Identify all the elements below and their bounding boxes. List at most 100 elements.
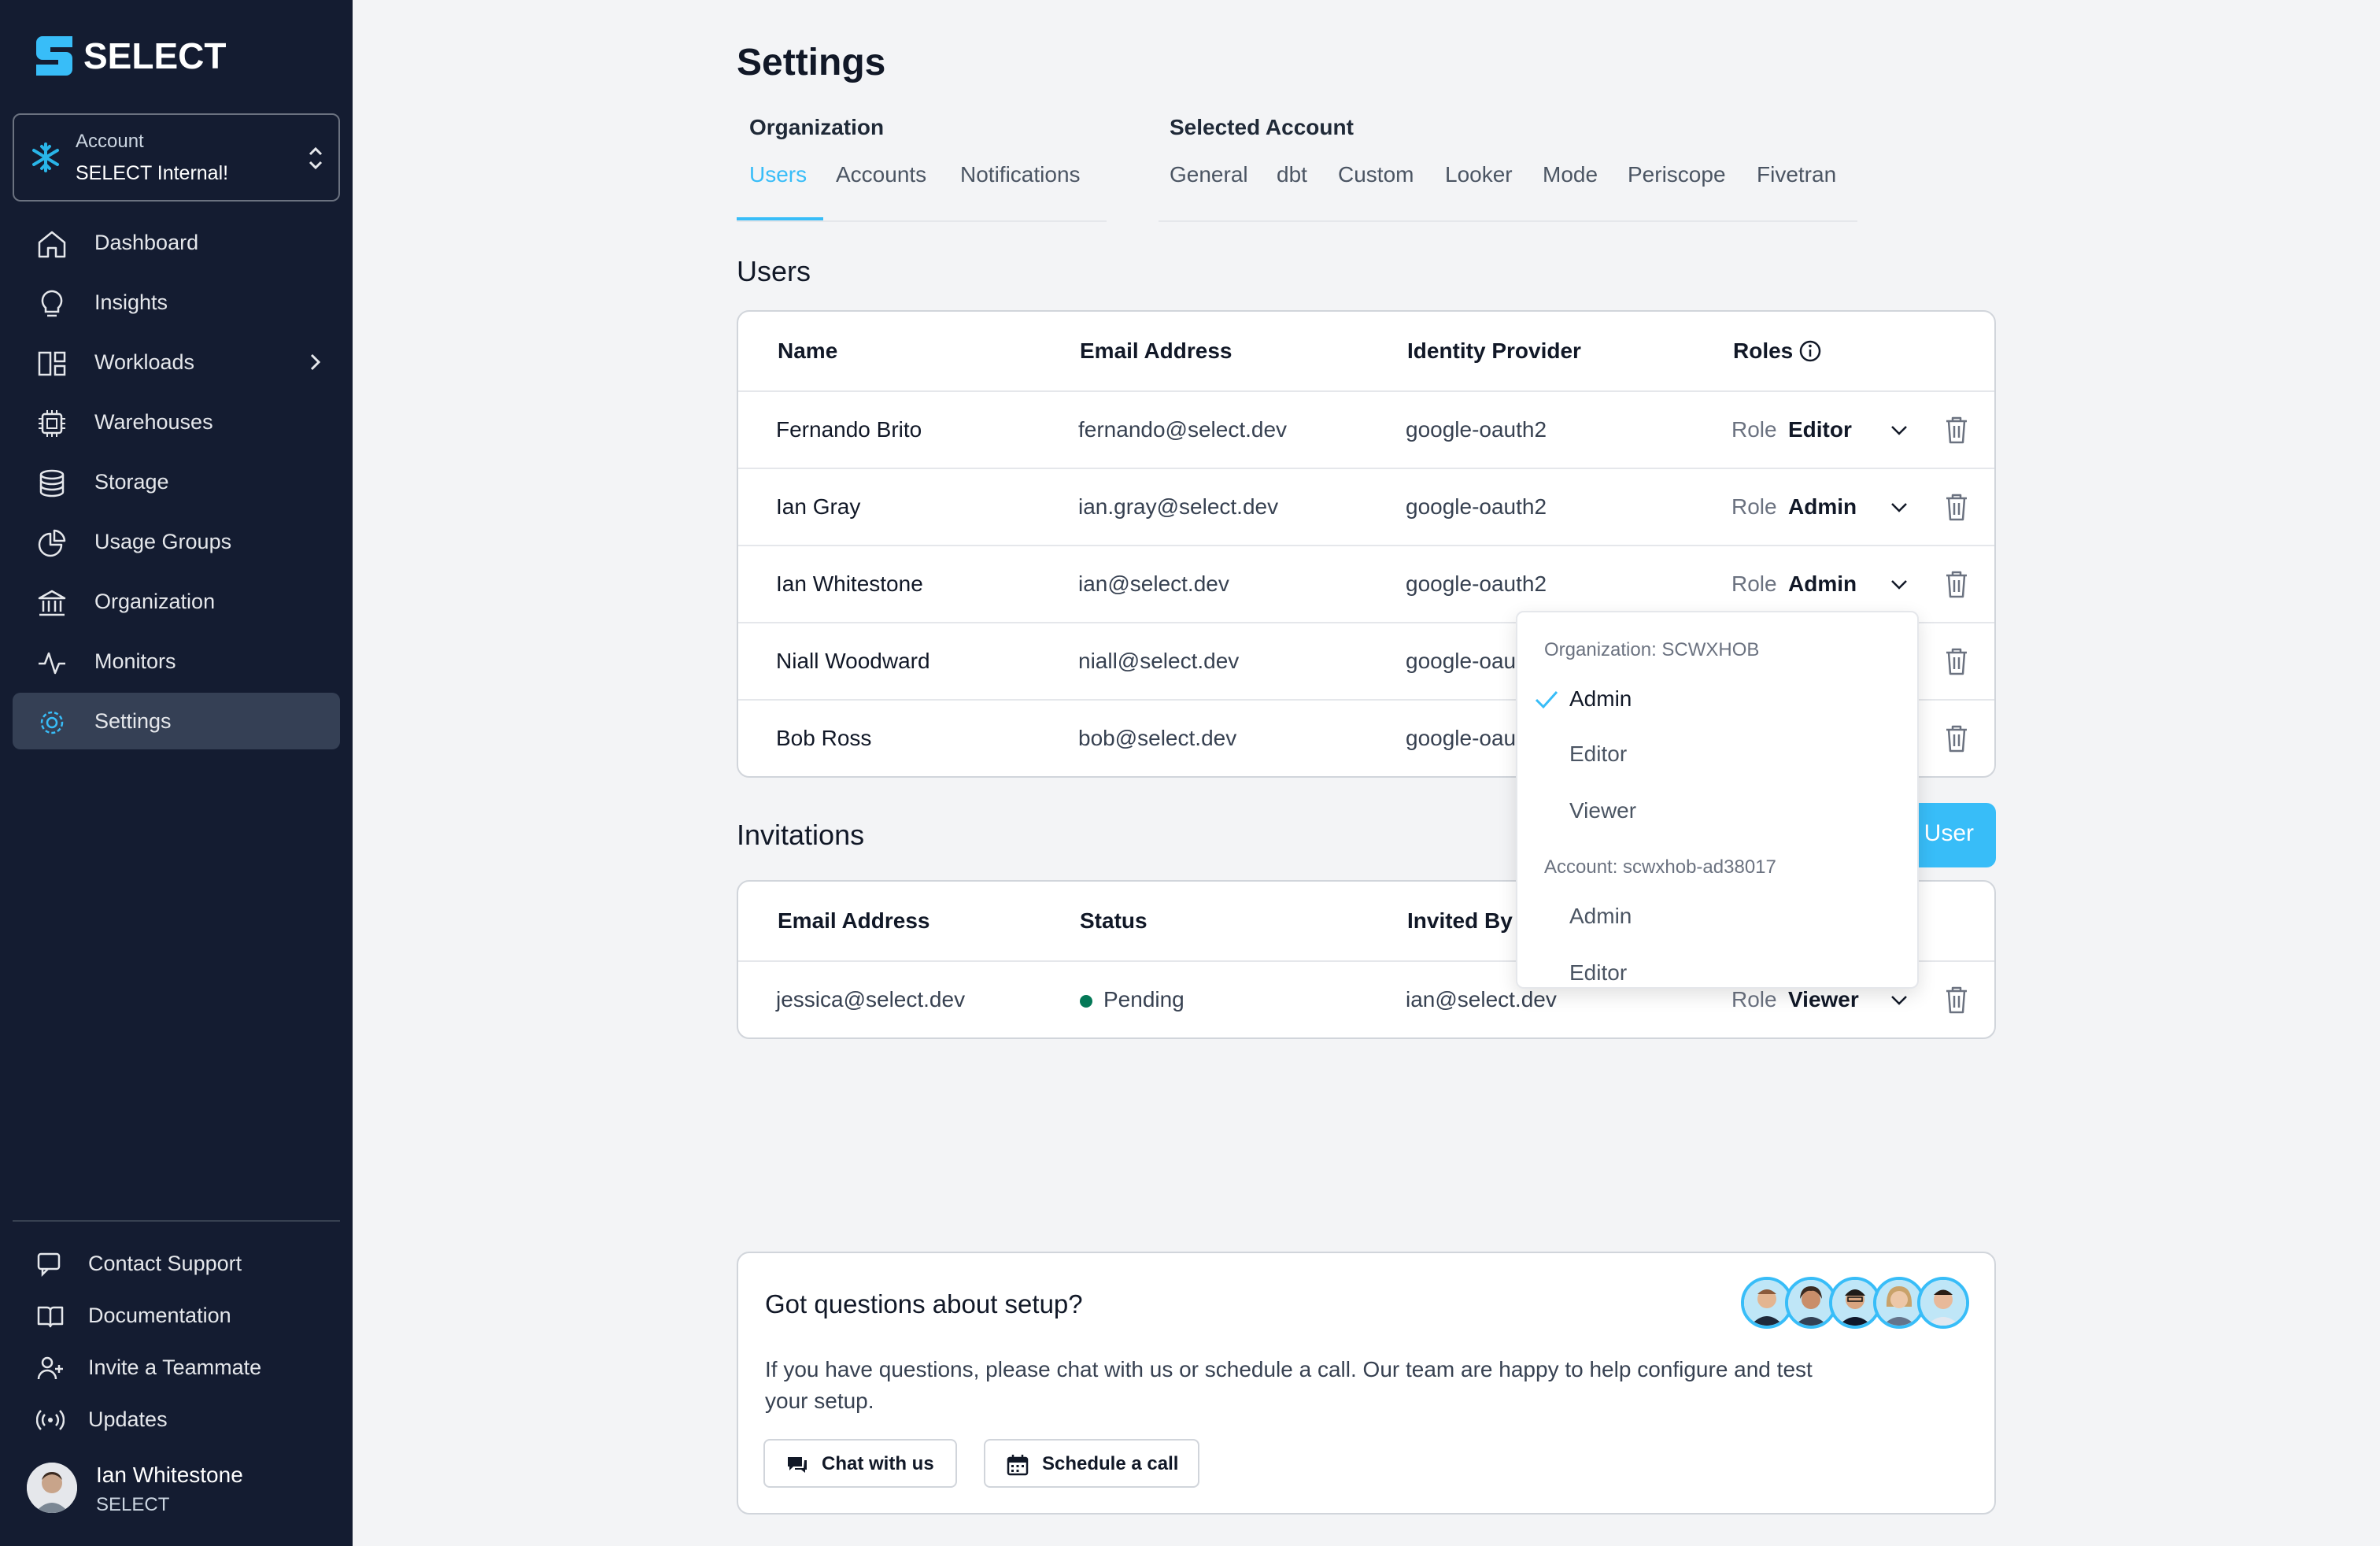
user-email-cell: fernando@select.dev [1078,417,1288,442]
tab-mode[interactable]: Mode [1543,162,1598,187]
logo[interactable]: SELECT [36,35,226,77]
user-idp-cell: google-oauth2 [1406,494,1547,519]
role-label: Role [1731,987,1777,1012]
user-name-cell: Ian Gray [776,494,861,519]
header-email: Email Address [778,908,930,933]
help-title: Got questions about setup? [765,1289,1083,1319]
nav-label: Storage [94,469,169,494]
app-name: SELECT [83,35,227,76]
footer-item-updates[interactable]: Updates [13,1398,340,1442]
tab-users[interactable]: Users [749,162,807,187]
invited-by-cell: ian@select.dev [1406,987,1557,1012]
help-card: Got questions about setup? If you have q… [737,1252,1996,1515]
tab-looker[interactable]: Looker [1445,162,1513,187]
tab-fivetran[interactable]: Fivetran [1757,162,1836,187]
broadcast-icon [36,1410,65,1430]
status-dot [1080,995,1092,1008]
user-idp-cell: google-oau [1406,649,1517,673]
user-email-cell: ian.gray@select.dev [1078,494,1279,519]
avatar [27,1463,77,1513]
tab-divider [737,220,1107,222]
nav-item-settings[interactable]: Settings [13,693,340,749]
chevron-down-icon[interactable] [1889,575,1909,594]
trash-icon[interactable] [1942,723,1971,754]
tab-custom[interactable]: Custom [1338,162,1414,187]
footer-label: Documentation [88,1304,231,1327]
tab-general[interactable]: General [1170,162,1248,187]
header-name: Name [778,338,838,363]
user-name-cell: Fernando Brito [776,417,922,442]
header-idp: Identity Provider [1407,338,1581,363]
add-user-label: User [1924,820,1974,846]
nav-item-warehouses[interactable]: Warehouses [13,394,340,450]
nav-item-workloads[interactable]: Workloads [13,334,340,390]
chevron-down-icon[interactable] [1889,420,1909,439]
team-avatars [1741,1277,1969,1329]
tab-dbt[interactable]: dbt [1277,162,1307,187]
dropdown-org-heading: Organization: SCWXHOB [1544,639,1760,660]
invite-email-cell: jessica@select.dev [776,987,966,1012]
user-name-cell: Bob Ross [776,726,872,750]
info-icon[interactable] [1798,338,1823,364]
nav-item-insights[interactable]: Insights [13,274,340,331]
chevron-down-icon[interactable] [1889,497,1909,516]
dropdown-option-account-editor[interactable]: Editor [1569,960,1627,986]
footer-item-documentation[interactable]: Documentation [13,1294,340,1338]
invitations-title: Invitations [737,819,865,851]
chat-icon [37,1252,61,1278]
nav-item-dashboard[interactable]: Dashboard [13,214,340,271]
nav-item-monitors[interactable]: Monitors [13,633,340,690]
status-badge: Pending [1103,987,1184,1012]
sidebar: SELECT Account SELECT Internal! Dashboar… [0,0,353,1546]
nav-label: Usage Groups [94,529,232,553]
tab-accounts[interactable]: Accounts [836,162,926,187]
trash-icon[interactable] [1942,568,1971,600]
nav-label: Organization [94,589,216,613]
account-value: SELECT Internal! [76,162,229,184]
chat-with-us-button[interactable]: Chat with us [763,1439,957,1488]
header-roles: Roles [1733,338,1794,363]
role-label: Role [1731,571,1777,596]
tab-periscope[interactable]: Periscope [1628,162,1726,187]
dropdown-option-account-admin[interactable]: Admin [1569,904,1632,929]
trash-icon[interactable] [1942,645,1971,677]
check-icon [1535,690,1558,709]
trash-icon[interactable] [1942,984,1971,1015]
layout-icon [38,351,66,376]
nav-item-organization[interactable]: Organization [13,573,340,630]
footer-item-invite-teammate[interactable]: Invite a Teammate [13,1346,340,1390]
footer-item-contact-support[interactable]: Contact Support [13,1242,340,1286]
footer-label: Updates [88,1407,168,1431]
nav-label: Settings [94,708,172,733]
nav-label: Insights [94,290,168,314]
tab-active-indicator [737,217,823,220]
user-email-cell: bob@select.dev [1078,726,1237,750]
schedule-call-label: Schedule a call [1042,1453,1179,1474]
bank-icon [38,590,66,616]
dropdown-option-admin[interactable]: Admin [1569,686,1632,712]
page-title: Settings [737,42,886,83]
trash-icon[interactable] [1942,414,1971,446]
dropdown-option-editor[interactable]: Editor [1569,742,1627,767]
nav-label: Warehouses [94,409,213,434]
trash-icon[interactable] [1942,491,1971,523]
role-select[interactable]: Viewer [1788,987,1859,1012]
dropdown-account-heading: Account: scwxhob-ad38017 [1544,856,1776,878]
users-title: Users [737,255,811,287]
role-select[interactable]: Admin [1788,494,1857,520]
chevron-down-icon[interactable] [1889,990,1909,1009]
user-idp-cell: google-oau [1406,726,1517,750]
schedule-call-button[interactable]: Schedule a call [984,1439,1199,1488]
role-select[interactable]: Editor [1788,417,1852,442]
pie-icon [38,529,66,557]
avatar [1917,1277,1969,1329]
nav-item-storage[interactable]: Storage [13,453,340,510]
account-switcher[interactable]: Account SELECT Internal! [13,113,340,202]
chevron-up-down-icon [309,146,323,170]
role-select[interactable]: Admin [1788,571,1857,597]
header-invited-by: Invited By [1407,908,1513,933]
nav-item-usage-groups[interactable]: Usage Groups [13,513,340,570]
tab-notifications[interactable]: Notifications [960,162,1081,187]
nav-label: Dashboard [94,230,199,254]
dropdown-option-viewer[interactable]: Viewer [1569,798,1636,823]
